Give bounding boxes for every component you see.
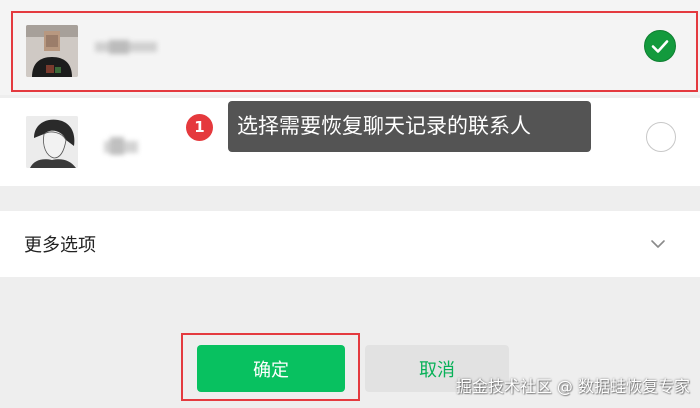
- selected-check-icon[interactable]: [644, 30, 676, 62]
- more-options-label: 更多选项: [24, 235, 96, 256]
- contact-name-blurred: [93, 38, 159, 56]
- contact-avatar: [26, 25, 78, 77]
- chevron-down-icon[interactable]: [650, 235, 666, 254]
- contact-avatar: [26, 116, 78, 168]
- more-options-row[interactable]: 更多选项: [0, 211, 700, 277]
- unselected-check-icon[interactable]: [646, 122, 676, 152]
- contact-name-blurred: [100, 135, 142, 157]
- confirm-button[interactable]: 确定: [197, 345, 345, 392]
- instruction-tooltip: 选择需要恢复聊天记录的联系人: [228, 101, 591, 152]
- step-badge: 1: [186, 114, 213, 141]
- watermark: 掘金技术社区 @ 数据蛙恢复专家: [455, 377, 690, 396]
